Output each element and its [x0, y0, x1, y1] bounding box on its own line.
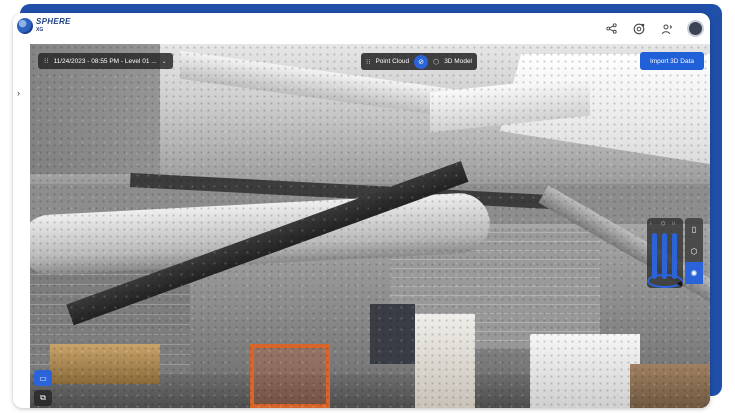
capture-date-label: 11/24/2023 - 08:55 PM - Level 01 ... — [53, 57, 157, 65]
split-view-button[interactable]: ▯ — [685, 218, 703, 240]
grid-icon: ⁝⁝ — [366, 58, 371, 66]
share-icon[interactable] — [603, 21, 619, 37]
opacity-slider-panel: ⁝ ⬡ ⁝⁝ — [647, 218, 683, 288]
top-actions — [603, 20, 704, 37]
avatar[interactable] — [687, 20, 704, 37]
point-cloud-mini-icon: ⁝ — [650, 221, 652, 227]
logo-sub: XG — [36, 27, 44, 33]
users-icon[interactable] — [659, 21, 675, 37]
side-tool-buttons: ▯ ⬡ ✺ — [685, 218, 703, 284]
cube-icon: ⬡ — [433, 58, 440, 66]
app-window: SPHERE XG › ⁝⁝ 11/24/2023 - 08:55 PM - L… — [13, 13, 710, 408]
sun-icon[interactable]: ✺ — [685, 262, 703, 284]
chevron-right-icon[interactable]: › — [17, 88, 20, 98]
left-rail: › — [13, 44, 30, 408]
screen: SPHERE XG › ⁝⁝ 11/24/2023 - 08:55 PM - L… — [0, 0, 735, 413]
opacity-controls: ⁝ ⬡ ⁝⁝ ▯ ⬡ ✺ — [647, 218, 707, 318]
camera-icon[interactable] — [631, 21, 647, 37]
view-mode-toggle[interactable]: ⁝⁝ Point Cloud ⊘ ⬡ 3D Model — [361, 53, 478, 70]
logo[interactable]: SPHERE XG — [17, 18, 71, 34]
overlay-opacity-slider[interactable] — [672, 233, 677, 279]
toggle-switch[interactable]: ⊘ — [414, 54, 429, 69]
logo-name: SPHERE — [36, 17, 71, 26]
point-cloud-option[interactable]: Point Cloud — [375, 58, 409, 65]
capture-date-selector[interactable]: ⁝⁝ 11/24/2023 - 08:55 PM - Level 01 ... … — [38, 53, 173, 69]
vr-headset-button[interactable]: ▭ — [34, 370, 52, 386]
3d-model-option[interactable]: 3D Model — [444, 58, 472, 65]
sphere-logo-icon — [17, 18, 33, 34]
chevron-down-icon: ⌄ — [161, 58, 167, 65]
import-3d-data-button[interactable]: Import 3D Data — [640, 52, 704, 70]
grid-mini-icon: ⁝⁝ — [672, 221, 676, 227]
cube-view-button[interactable]: ⬡ — [685, 240, 703, 262]
bottom-left-controls: ▭ ⧉ — [34, 370, 52, 406]
model-opacity-slider[interactable] — [662, 233, 667, 279]
cube-mini-icon: ⬡ — [661, 221, 666, 227]
grid-icon: ⁝⁝ — [44, 58, 49, 65]
3d-viewport[interactable]: ⁝⁝ 11/24/2023 - 08:55 PM - Level 01 ... … — [30, 44, 710, 408]
point-cloud-opacity-slider[interactable] — [652, 233, 657, 279]
minimap-button[interactable]: ⧉ — [34, 390, 52, 406]
top-bar: SPHERE XG — [13, 13, 710, 44]
